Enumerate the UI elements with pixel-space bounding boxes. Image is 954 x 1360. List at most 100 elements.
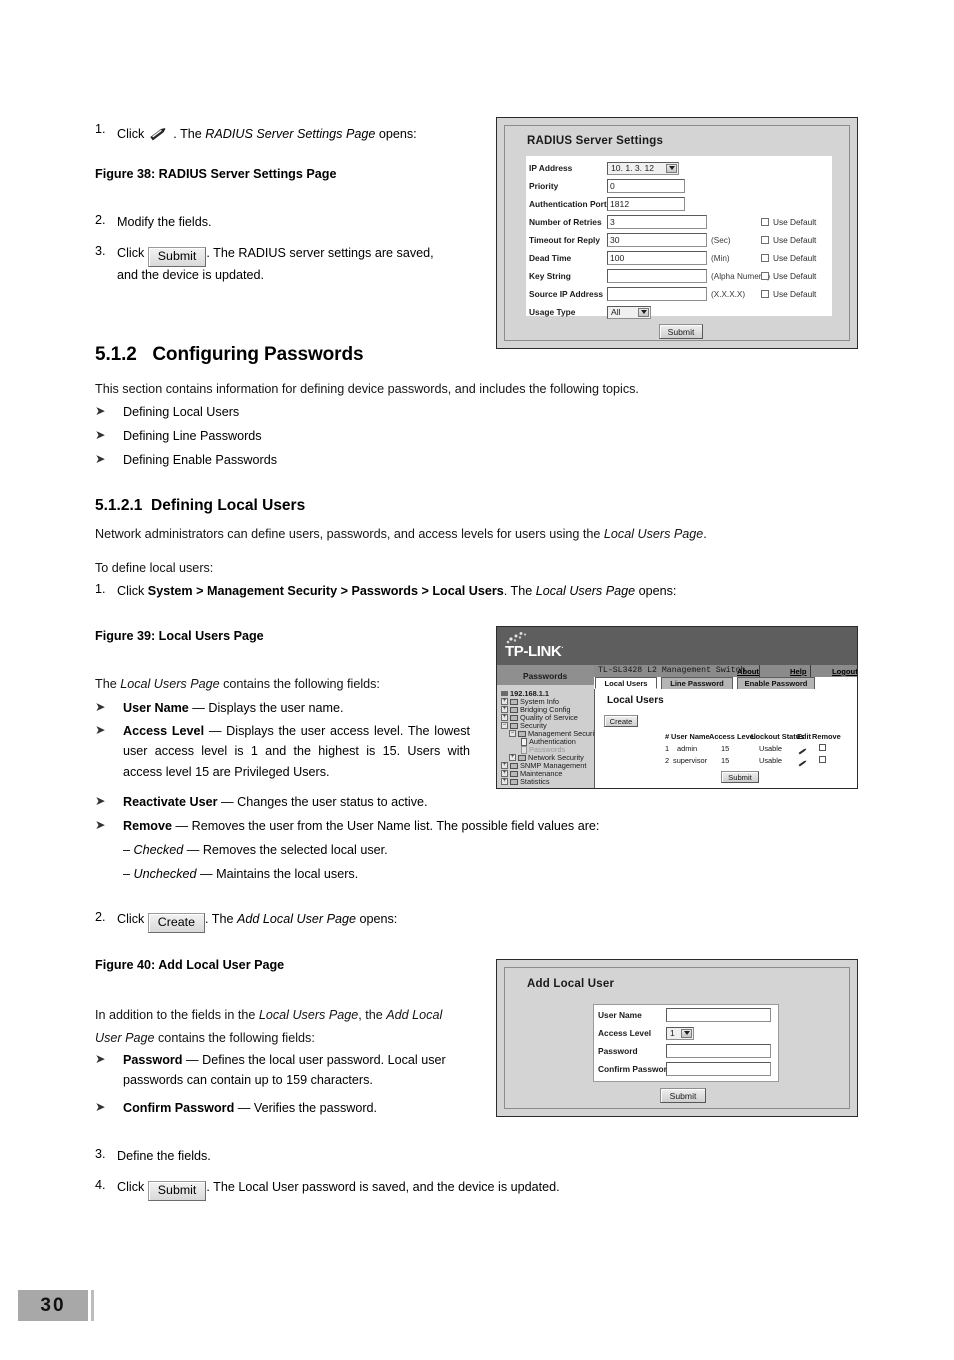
field-term-access-level: Access Level xyxy=(123,724,205,738)
tree-item-statistics[interactable]: + Statistics xyxy=(501,777,550,786)
field-desc-remove: Removes the user from the User Name list… xyxy=(191,819,600,833)
radius-input-number-of-retries[interactable]: 3 xyxy=(607,215,707,229)
radius-row-number-of-retries: Number of Retries 3 Use Default xyxy=(529,214,857,230)
logout-link[interactable]: Logout xyxy=(832,667,857,676)
field-text-reactivate-user: Reactivate User — Changes the user statu… xyxy=(123,792,428,812)
arrow-bullet-icon: ➤ xyxy=(95,1052,106,1066)
create-button-inline[interactable]: Create xyxy=(147,913,205,934)
radius-input-priority[interactable]: 0 xyxy=(607,179,685,193)
add-user-label-password: Password xyxy=(598,1046,638,1056)
arrow-bullet-icon: ➤ xyxy=(95,1100,106,1114)
subsection-intro-pre: Network administrators can define users,… xyxy=(95,527,604,541)
collapse-minus-icon[interactable]: − xyxy=(501,722,508,729)
radius-select-ip-address[interactable]: 10. 1. 3. 12 xyxy=(607,161,679,175)
add-user-input-user-name[interactable] xyxy=(666,1008,771,1022)
radius-label-key-string: Key String xyxy=(529,271,571,281)
radius-use-default-checkbox-timeout[interactable] xyxy=(761,236,769,244)
row-user-name: supervisor xyxy=(673,756,708,765)
expand-plus-icon[interactable]: + xyxy=(501,698,508,705)
edit-pencil-icon[interactable] xyxy=(797,755,808,773)
radius-unit-key-string: (Alpha Numeric) xyxy=(711,271,771,281)
page-number: 30 xyxy=(40,1294,66,1316)
local-users-step-2: 2. Click Create. The Add Local User Page… xyxy=(95,910,515,934)
tab-enable-password[interactable]: Enable Password xyxy=(737,677,815,689)
radius-use-default-checkbox-retries[interactable] xyxy=(761,218,769,226)
radius-input-source-ip-address[interactable] xyxy=(607,287,707,301)
field-item-reactivate-user: ➤ Reactivate User — Changes the user sta… xyxy=(95,792,495,812)
row-index: 1 xyxy=(665,744,670,753)
expand-plus-icon[interactable]: + xyxy=(501,714,508,721)
tab-line-password[interactable]: Line Password xyxy=(661,677,733,689)
radius-submit-button[interactable]: Submit xyxy=(659,324,703,339)
tab-local-users[interactable]: Local Users xyxy=(595,677,657,689)
dash-marker: – xyxy=(123,867,134,881)
lu-step4-click: Click xyxy=(117,1180,145,1194)
step-1-rest-pre: . The xyxy=(173,127,206,141)
radius-use-default-checkbox-sourceip[interactable] xyxy=(761,290,769,298)
add-user-submit-button[interactable]: Submit xyxy=(660,1088,706,1103)
radius-input-dead-time[interactable]: 100 xyxy=(607,251,707,265)
expand-plus-icon[interactable]: + xyxy=(501,778,508,785)
add-user-label-access-level: Access Level xyxy=(598,1028,652,1038)
radius-input-key-string[interactable] xyxy=(607,269,707,283)
field-dash: — xyxy=(188,701,209,715)
step-3-rest2: and the device is updated. xyxy=(117,268,265,283)
radius-row-timeout-for-reply: Timeout for Reply 30 (Sec) Use Default xyxy=(529,232,857,248)
lu-step-4-text: Click Submit. The Local User password is… xyxy=(117,1178,560,1202)
chevron-down-icon[interactable] xyxy=(638,307,649,317)
submit-button-inline-1[interactable]: Submit xyxy=(147,247,207,268)
chevron-down-icon[interactable] xyxy=(681,1028,692,1038)
step-1-number: 1. xyxy=(95,122,106,136)
radius-input-authentication-port[interactable]: 1812 xyxy=(607,197,685,211)
chevron-down-icon[interactable] xyxy=(666,163,677,173)
help-link[interactable]: Help xyxy=(790,667,806,676)
figure-40-caption: Figure 40: Add Local User Page xyxy=(95,958,285,972)
add-user-input-password[interactable] xyxy=(666,1044,771,1058)
expand-plus-icon[interactable]: + xyxy=(509,754,516,761)
local-users-submit-button[interactable]: Submit xyxy=(721,771,759,783)
step-3-click-word: Click xyxy=(117,246,145,260)
radius-input-timeout-for-reply[interactable]: 30 xyxy=(607,233,707,247)
addl-intro-c: , the xyxy=(358,1008,387,1022)
radius-label-ip-address: IP Address xyxy=(529,163,573,173)
add-local-user-title: Add Local User xyxy=(527,978,615,990)
remove-checkbox-row-1[interactable] xyxy=(819,744,826,751)
step-1-text: Click . The RADIUS Server Settings Page … xyxy=(117,122,417,144)
sub-value-desc-unchecked: Maintains the local users. xyxy=(216,867,359,881)
expand-plus-icon[interactable]: + xyxy=(501,762,508,769)
add-user-input-confirm-password[interactable] xyxy=(666,1062,771,1076)
add-user-select-access-level[interactable]: 1 xyxy=(666,1026,694,1040)
radius-label-timeout-for-reply: Timeout for Reply xyxy=(529,235,601,245)
radius-row-ip-address: IP Address 10. 1. 3. 12 xyxy=(529,160,829,176)
lu-step-4-number: 4. xyxy=(95,1178,106,1192)
radius-use-default-checkbox-keystring[interactable] xyxy=(761,272,769,280)
expand-plus-icon[interactable]: + xyxy=(501,770,508,777)
expand-plus-icon[interactable]: + xyxy=(501,706,508,713)
addl-field-text-password: Password — Defines the local user passwo… xyxy=(123,1050,470,1091)
lu-step1-click: Click xyxy=(117,584,148,598)
field-dash: — xyxy=(217,795,238,809)
radius-server-settings-screenshot: RADIUS Server Settings IP Address 10. 1.… xyxy=(496,117,858,349)
radius-panel-inner: RADIUS Server Settings IP Address 10. 1.… xyxy=(504,125,850,341)
subsection-heading-5121: 5.1.2.1 Defining Local Users xyxy=(95,497,305,515)
device-left-panel-title: Passwords xyxy=(523,671,568,681)
radius-select-usage-type[interactable]: All xyxy=(607,305,651,319)
submit-button-inline-2[interactable]: Submit xyxy=(147,1181,207,1202)
radius-use-default-checkbox-deadtime[interactable] xyxy=(761,254,769,262)
radius-row-dead-time: Dead Time 100 (Min) Use Default xyxy=(529,250,857,266)
folder-icon xyxy=(510,698,518,705)
radius-row-authentication-port: Authentication Port 1812 xyxy=(529,196,829,212)
lu-step-3-number: 3. xyxy=(95,1147,106,1161)
add-user-label-user-name: User Name xyxy=(598,1010,642,1020)
sub-value-term-unchecked: Unchecked xyxy=(133,867,197,881)
collapse-minus-icon[interactable]: − xyxy=(509,730,516,737)
create-button[interactable]: Create xyxy=(604,715,638,727)
table-header-edit: Edit xyxy=(797,732,811,741)
about-link[interactable]: About xyxy=(737,667,759,676)
remove-checkbox-row-2[interactable] xyxy=(819,756,826,763)
device-model-name: TL-SL3428 L2 Management Switch xyxy=(598,666,746,675)
fields-intro-pre: The xyxy=(95,677,121,691)
add-user-value-access-level: 1 xyxy=(670,1028,675,1038)
field-desc-user-name: Displays the user name. xyxy=(208,701,344,715)
radius-label-authentication-port: Authentication Port xyxy=(529,199,607,209)
